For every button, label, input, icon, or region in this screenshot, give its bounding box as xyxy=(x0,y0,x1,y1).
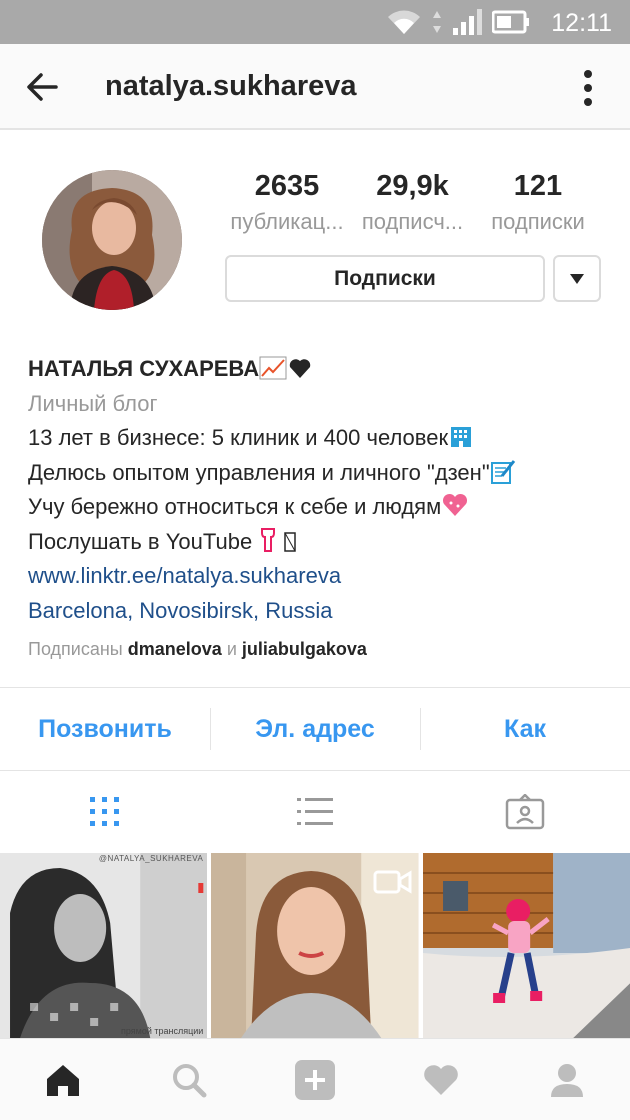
status-icons xyxy=(386,8,530,36)
wifi-icon xyxy=(388,10,420,34)
email-button[interactable]: Эл. адрес xyxy=(210,688,420,770)
post-image xyxy=(422,853,630,1038)
profile-username: natalya.sukhareva xyxy=(105,70,357,102)
battery-icon xyxy=(492,10,529,34)
app-bar: natalya.sukhareva xyxy=(0,44,630,130)
list-view-icon xyxy=(297,798,333,825)
bio-line-text: Учу бережно относиться к себе и людям xyxy=(28,494,442,519)
sparkling-heart-emoji-icon xyxy=(443,493,468,516)
nav-create-post[interactable] xyxy=(252,1039,378,1120)
post-caption-overlay: прямой трансляции xyxy=(121,1026,204,1036)
grid-view-icon xyxy=(90,797,119,826)
bio-line: 13 лет в бизнесе: 5 клиник и 400 человек xyxy=(28,421,618,456)
profile-icon xyxy=(551,1063,583,1097)
stat-following-label: подписки xyxy=(491,209,585,234)
profile-avatar[interactable] xyxy=(42,170,182,310)
bio-website-link[interactable]: www.linktr.ee/natalya.sukhareva xyxy=(28,559,618,594)
stat-posts-count: 2635 xyxy=(254,170,320,202)
followed-by-line[interactable]: Подписаны dmanelova и juliabulgakova xyxy=(28,632,618,666)
status-time: 12:11 xyxy=(551,9,612,37)
post-image xyxy=(0,853,208,1038)
data-arrows-icon xyxy=(433,11,441,33)
bio-location-link[interactable]: Barcelona, Novosibirsk, Russia xyxy=(28,594,618,629)
bio-line-text: Послушать в YouTube xyxy=(28,528,253,554)
stat-followers-label: подписч... xyxy=(361,209,464,234)
stat-posts-label: публикац... xyxy=(230,209,344,234)
stat-following[interactable]: 121 подписки xyxy=(478,168,598,240)
stat-followers[interactable]: 29,9k подписч... xyxy=(350,168,475,240)
pointing-down-emoji-icon xyxy=(261,527,276,552)
stat-posts[interactable]: 2635 публикац... xyxy=(222,168,352,240)
video-camera-icon xyxy=(373,870,412,894)
back-arrow-icon[interactable] xyxy=(22,66,64,108)
nav-home[interactable] xyxy=(0,1039,126,1120)
call-button[interactable]: Позвонить xyxy=(0,688,210,770)
post-thumbnail[interactable]: @NATALYA_SUKHAREVA прямой трансляции xyxy=(0,853,208,1038)
profile-view-tabs xyxy=(0,771,630,853)
tab-list-view[interactable] xyxy=(210,771,420,853)
followed-by-prefix: Подписаны xyxy=(28,639,123,659)
bio-name-line: НАТАЛЬЯ СУХАРЕВА xyxy=(28,352,618,387)
followed-by-conjunction: и xyxy=(226,639,237,659)
tagged-photos-icon xyxy=(505,794,545,830)
bio-category: Личный блог xyxy=(28,390,158,416)
posts-grid: @NATALYA_SUKHAREVA прямой трансляции xyxy=(0,853,630,1038)
followed-by-user: juliabulgakova xyxy=(241,639,367,659)
more-options-icon[interactable] xyxy=(572,66,604,110)
home-icon xyxy=(47,1064,79,1096)
office-building-emoji-icon xyxy=(451,427,472,447)
suggestions-dropdown-button[interactable] xyxy=(553,255,601,302)
bio-line-text: 13 лет в бизнесе: 5 клиник и 400 человек xyxy=(28,425,449,450)
status-bar: 12:11 xyxy=(0,0,630,44)
tab-grid-view[interactable] xyxy=(0,771,210,853)
black-heart-icon xyxy=(289,359,311,378)
directions-button[interactable]: Как xyxy=(420,688,630,770)
nav-search[interactable] xyxy=(126,1039,252,1120)
nav-activity[interactable] xyxy=(378,1039,504,1120)
contact-actions: Позвонить Эл. адрес Как xyxy=(0,688,630,770)
post-thumbnail[interactable] xyxy=(211,853,419,1038)
action-separator xyxy=(210,708,211,750)
memo-emoji-icon xyxy=(490,459,515,484)
chart-emoji-icon xyxy=(259,356,287,380)
signal-icon xyxy=(453,9,482,35)
tab-tagged[interactable] xyxy=(420,771,630,853)
bio-line: Делюсь опытом управления и личного "дзен… xyxy=(28,456,618,491)
stat-following-count: 121 xyxy=(513,170,563,202)
add-post-icon xyxy=(295,1059,335,1100)
bottom-navigation xyxy=(0,1038,630,1120)
following-button[interactable]: Подписки xyxy=(225,255,545,302)
missing-glyph-icon xyxy=(284,531,297,552)
nav-profile[interactable] xyxy=(504,1039,630,1120)
followed-by-user: dmanelova xyxy=(127,639,222,659)
bio-line-text: Делюсь опытом управления и личного "дзен… xyxy=(28,459,490,485)
avatar-photo xyxy=(42,170,182,310)
post-watermark: @NATALYA_SUKHAREVA xyxy=(98,854,204,863)
heart-icon xyxy=(424,1064,458,1095)
search-icon xyxy=(173,1063,207,1097)
caret-down-icon xyxy=(570,273,584,284)
post-thumbnail[interactable] xyxy=(422,853,630,1038)
profile-bio: НАТАЛЬЯ СУХАРЕВА Личный блог 13 лет в би… xyxy=(28,352,618,666)
full-name: НАТАЛЬЯ СУХАРЕВА xyxy=(28,356,260,381)
stat-followers-count: 29,9k xyxy=(376,170,449,202)
bio-line: Учу бережно относиться к себе и людям xyxy=(28,490,618,525)
bio-line: Послушать в YouTube xyxy=(28,525,618,560)
action-separator xyxy=(420,708,421,750)
